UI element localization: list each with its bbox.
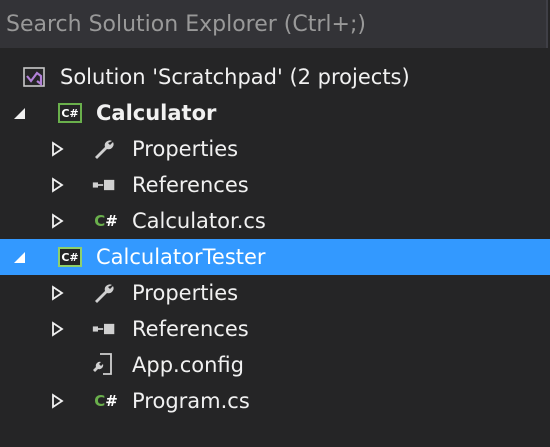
tree-item-properties[interactable]: Properties bbox=[0, 131, 550, 167]
tree-item-solution[interactable]: Solution 'Scratchpad' (2 projects) bbox=[0, 59, 550, 95]
collapsed-arrow-icon[interactable] bbox=[48, 392, 66, 410]
collapsed-arrow-icon[interactable] bbox=[48, 176, 66, 194]
collapsed-arrow-icon[interactable] bbox=[48, 212, 66, 230]
wrench-icon bbox=[92, 137, 116, 161]
item-label: Properties bbox=[132, 137, 239, 161]
tree-item-app-config[interactable]: App.config bbox=[0, 347, 550, 383]
references-icon bbox=[92, 173, 116, 197]
expanded-arrow-icon[interactable] bbox=[10, 104, 28, 122]
csharp-file-icon: C# bbox=[94, 212, 118, 230]
wrench-icon bbox=[92, 281, 116, 305]
tree-item-references[interactable]: References bbox=[0, 311, 550, 347]
item-label: Calculator.cs bbox=[132, 209, 266, 233]
config-file-icon bbox=[92, 353, 116, 377]
collapsed-arrow-icon[interactable] bbox=[48, 320, 66, 338]
search-box[interactable] bbox=[0, 0, 548, 48]
solution-label: Solution 'Scratchpad' (2 projects) bbox=[60, 65, 410, 89]
tree-item-calculator-cs[interactable]: C# Calculator.cs bbox=[0, 203, 550, 239]
tree-item-references[interactable]: References bbox=[0, 167, 550, 203]
item-label: App.config bbox=[132, 353, 244, 377]
item-label: References bbox=[132, 173, 249, 197]
tree-item-program-cs[interactable]: C# Program.cs bbox=[0, 383, 550, 419]
csharp-project-icon: C# bbox=[58, 245, 82, 269]
item-label: Properties bbox=[132, 281, 239, 305]
collapsed-arrow-icon[interactable] bbox=[48, 284, 66, 302]
solution-icon bbox=[22, 65, 46, 89]
project-label: CalculatorTester bbox=[96, 245, 266, 269]
item-label: Program.cs bbox=[132, 389, 250, 413]
project-label: Calculator bbox=[96, 101, 217, 125]
search-input[interactable] bbox=[0, 0, 546, 48]
collapsed-arrow-icon[interactable] bbox=[48, 140, 66, 158]
expanded-arrow-icon[interactable] bbox=[10, 248, 28, 266]
references-icon bbox=[92, 317, 116, 341]
tree-item-properties[interactable]: Properties bbox=[0, 275, 550, 311]
tree-item-project-calculator[interactable]: C# Calculator bbox=[0, 95, 550, 131]
csharp-project-icon: C# bbox=[58, 101, 82, 125]
item-label: References bbox=[132, 317, 249, 341]
csharp-file-icon: C# bbox=[94, 392, 118, 410]
tree-item-project-calculatortester[interactable]: C# CalculatorTester bbox=[0, 239, 550, 275]
